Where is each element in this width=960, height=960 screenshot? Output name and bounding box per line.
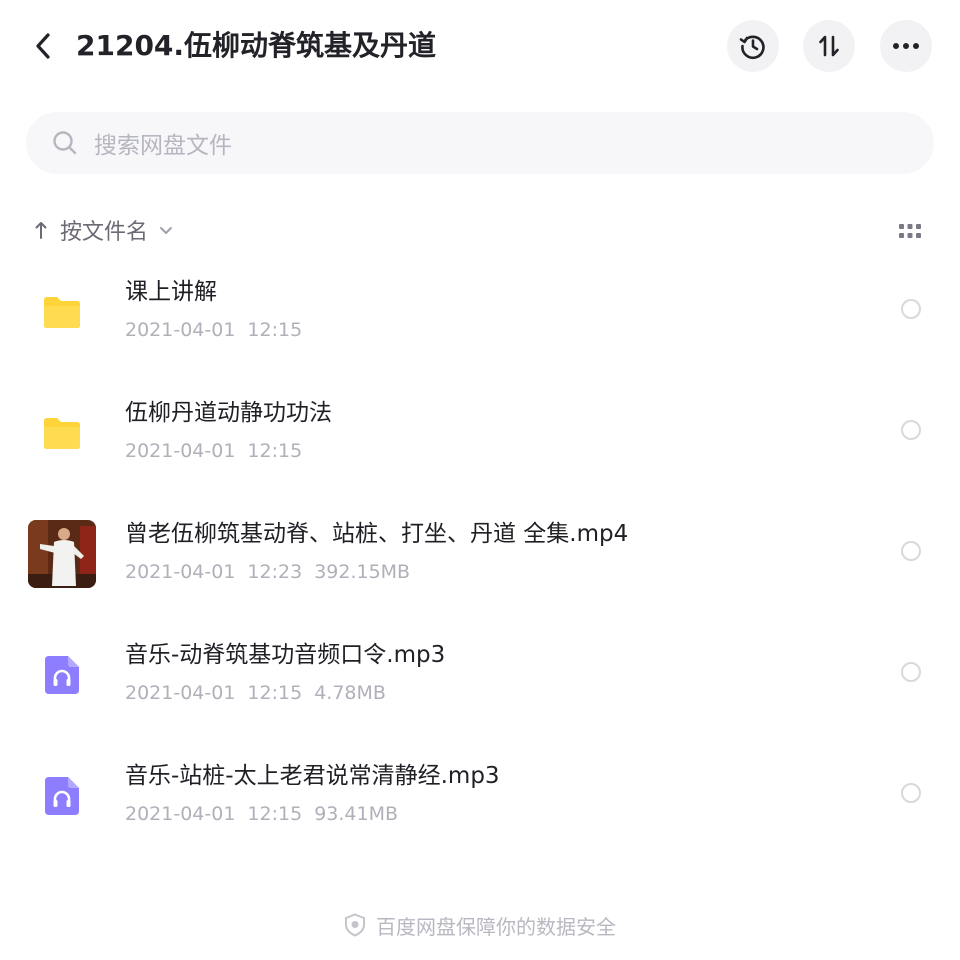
file-name: 曾老伍柳筑基动脊、站桩、打坐、丹道 全集.mp4 bbox=[125, 521, 629, 547]
file-time: 12:15 bbox=[247, 319, 303, 341]
video-thumbnail bbox=[28, 520, 96, 588]
history-icon bbox=[739, 35, 765, 60]
sort-by-name-dropdown[interactable]: 按文件名 bbox=[32, 210, 174, 250]
file-time: 12:15 bbox=[247, 682, 303, 704]
file-time: 12:15 bbox=[247, 440, 303, 462]
file-time: 12:15 bbox=[247, 803, 303, 825]
select-checkbox[interactable] bbox=[901, 662, 921, 682]
file-name: 音乐-动脊筑基功音频口令.mp3 bbox=[125, 642, 446, 668]
search-placeholder: 搜索网盘文件 bbox=[94, 133, 232, 159]
back-button[interactable] bbox=[28, 28, 58, 64]
file-date: 2021-04-01 bbox=[125, 803, 236, 825]
sort-icon bbox=[819, 35, 839, 57]
file-time: 12:23 bbox=[247, 561, 303, 583]
security-footer: 百度网盘保障你的数据安全 bbox=[0, 908, 960, 942]
file-date: 2021-04-01 bbox=[125, 440, 236, 462]
file-date: 2021-04-01 bbox=[125, 319, 236, 341]
more-button[interactable] bbox=[880, 20, 932, 72]
footer-text: 百度网盘保障你的数据安全 bbox=[376, 914, 616, 939]
arrow-up-icon bbox=[32, 218, 50, 242]
folder-icon bbox=[28, 399, 96, 467]
grid-icon bbox=[899, 224, 921, 238]
file-date: 2021-04-01 bbox=[125, 561, 236, 583]
folder-icon bbox=[28, 278, 96, 346]
file-size: 93.41MB bbox=[314, 803, 399, 825]
grid-view-button[interactable] bbox=[898, 222, 922, 240]
search-input[interactable]: 搜索网盘文件 bbox=[26, 112, 934, 174]
file-date: 2021-04-01 bbox=[125, 682, 236, 704]
select-checkbox[interactable] bbox=[901, 541, 921, 561]
file-row-folder[interactable]: 课上讲解 2021-04-01 12:15 bbox=[0, 258, 960, 378]
sort-label: 按文件名 bbox=[60, 220, 149, 245]
audio-file-icon bbox=[28, 641, 96, 709]
file-row-video[interactable]: 曾老伍柳筑基动脊、站桩、打坐、丹道 全集.mp4 2021-04-01 12:23… bbox=[0, 500, 960, 620]
select-checkbox[interactable] bbox=[901, 299, 921, 319]
file-row-folder[interactable]: 伍柳丹道动静功功法 2021-04-01 12:15 bbox=[0, 379, 960, 499]
audio-file-icon bbox=[28, 762, 96, 830]
file-meta: 2021-04-01 12:15 bbox=[125, 316, 302, 344]
file-size: 392.15MB bbox=[314, 561, 411, 583]
chevron-down-icon bbox=[158, 222, 174, 238]
shield-icon bbox=[345, 913, 365, 937]
sort-toggle-button[interactable] bbox=[803, 20, 855, 72]
file-meta: 2021-04-01 12:23 392.15MB bbox=[125, 558, 410, 586]
file-meta: 2021-04-01 12:15 bbox=[125, 437, 302, 465]
file-size: 4.78MB bbox=[314, 682, 386, 704]
select-checkbox[interactable] bbox=[901, 420, 921, 440]
file-meta: 2021-04-01 12:15 93.41MB bbox=[125, 800, 398, 828]
more-icon bbox=[893, 43, 919, 49]
file-name: 伍柳丹道动静功功法 bbox=[125, 400, 332, 426]
chevron-left-icon bbox=[36, 33, 50, 59]
file-row-audio[interactable]: 音乐-动脊筑基功音频口令.mp3 2021-04-01 12:15 4.78MB bbox=[0, 621, 960, 741]
file-meta: 2021-04-01 12:15 4.78MB bbox=[125, 679, 386, 707]
file-name: 音乐-站桩-太上老君说常清静经.mp3 bbox=[125, 763, 500, 789]
search-icon bbox=[52, 130, 78, 156]
page-title: 21204.伍柳动脊筑基及丹道 bbox=[76, 29, 437, 62]
select-checkbox[interactable] bbox=[901, 783, 921, 803]
history-button[interactable] bbox=[727, 20, 779, 72]
header-bar: 21204.伍柳动脊筑基及丹道 bbox=[0, 0, 960, 92]
file-name: 课上讲解 bbox=[125, 279, 217, 305]
file-row-audio[interactable]: 音乐-站桩-太上老君说常清静经.mp3 2021-04-01 12:15 93.41… bbox=[0, 742, 960, 862]
